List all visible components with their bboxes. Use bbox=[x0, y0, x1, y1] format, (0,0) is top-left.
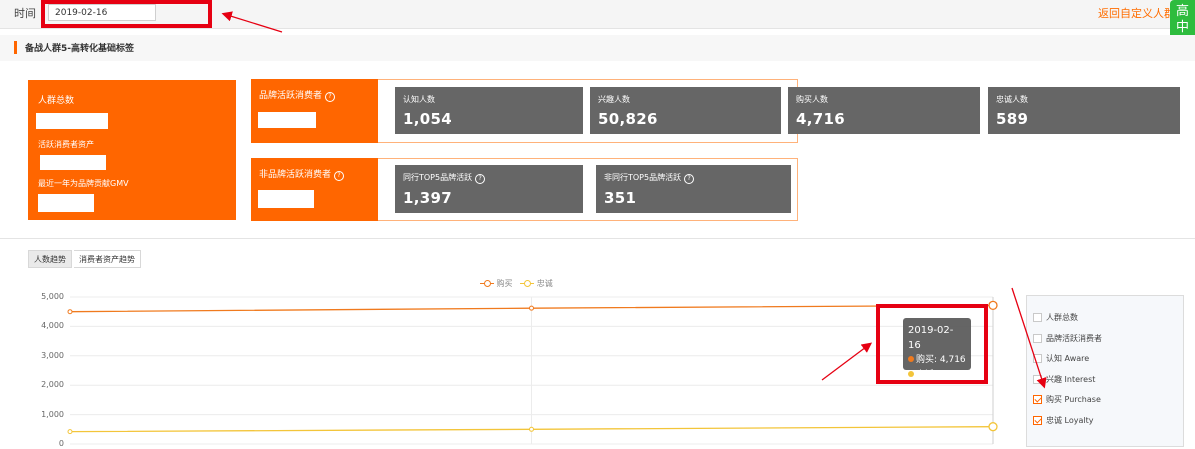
data-point bbox=[529, 426, 534, 432]
filter-brand-active[interactable]: 品牌活跃消费者 bbox=[1033, 333, 1102, 344]
checkbox-checked[interactable] bbox=[1033, 416, 1042, 425]
checkbox[interactable] bbox=[1033, 354, 1042, 363]
tooltip-highlight-box bbox=[876, 304, 988, 384]
data-point bbox=[988, 422, 998, 432]
data-point bbox=[988, 300, 998, 310]
checkbox[interactable] bbox=[1033, 334, 1042, 343]
checkbox-checked[interactable] bbox=[1033, 395, 1042, 404]
filter-loyalty[interactable]: 忠诚 Loyalty bbox=[1033, 415, 1093, 426]
data-point bbox=[67, 429, 73, 435]
data-point bbox=[67, 309, 73, 315]
filter-interest[interactable]: 兴趣 Interest bbox=[1033, 374, 1095, 385]
filter-total-audience[interactable]: 人群总数 bbox=[1033, 312, 1078, 323]
filter-aware[interactable]: 认知 Aware bbox=[1033, 353, 1089, 364]
checkbox[interactable] bbox=[1033, 313, 1042, 322]
data-point bbox=[529, 305, 534, 311]
trend-line-chart[interactable] bbox=[0, 0, 1195, 449]
filter-purchase[interactable]: 购买 Purchase bbox=[1033, 394, 1101, 405]
checkbox[interactable] bbox=[1033, 375, 1042, 384]
